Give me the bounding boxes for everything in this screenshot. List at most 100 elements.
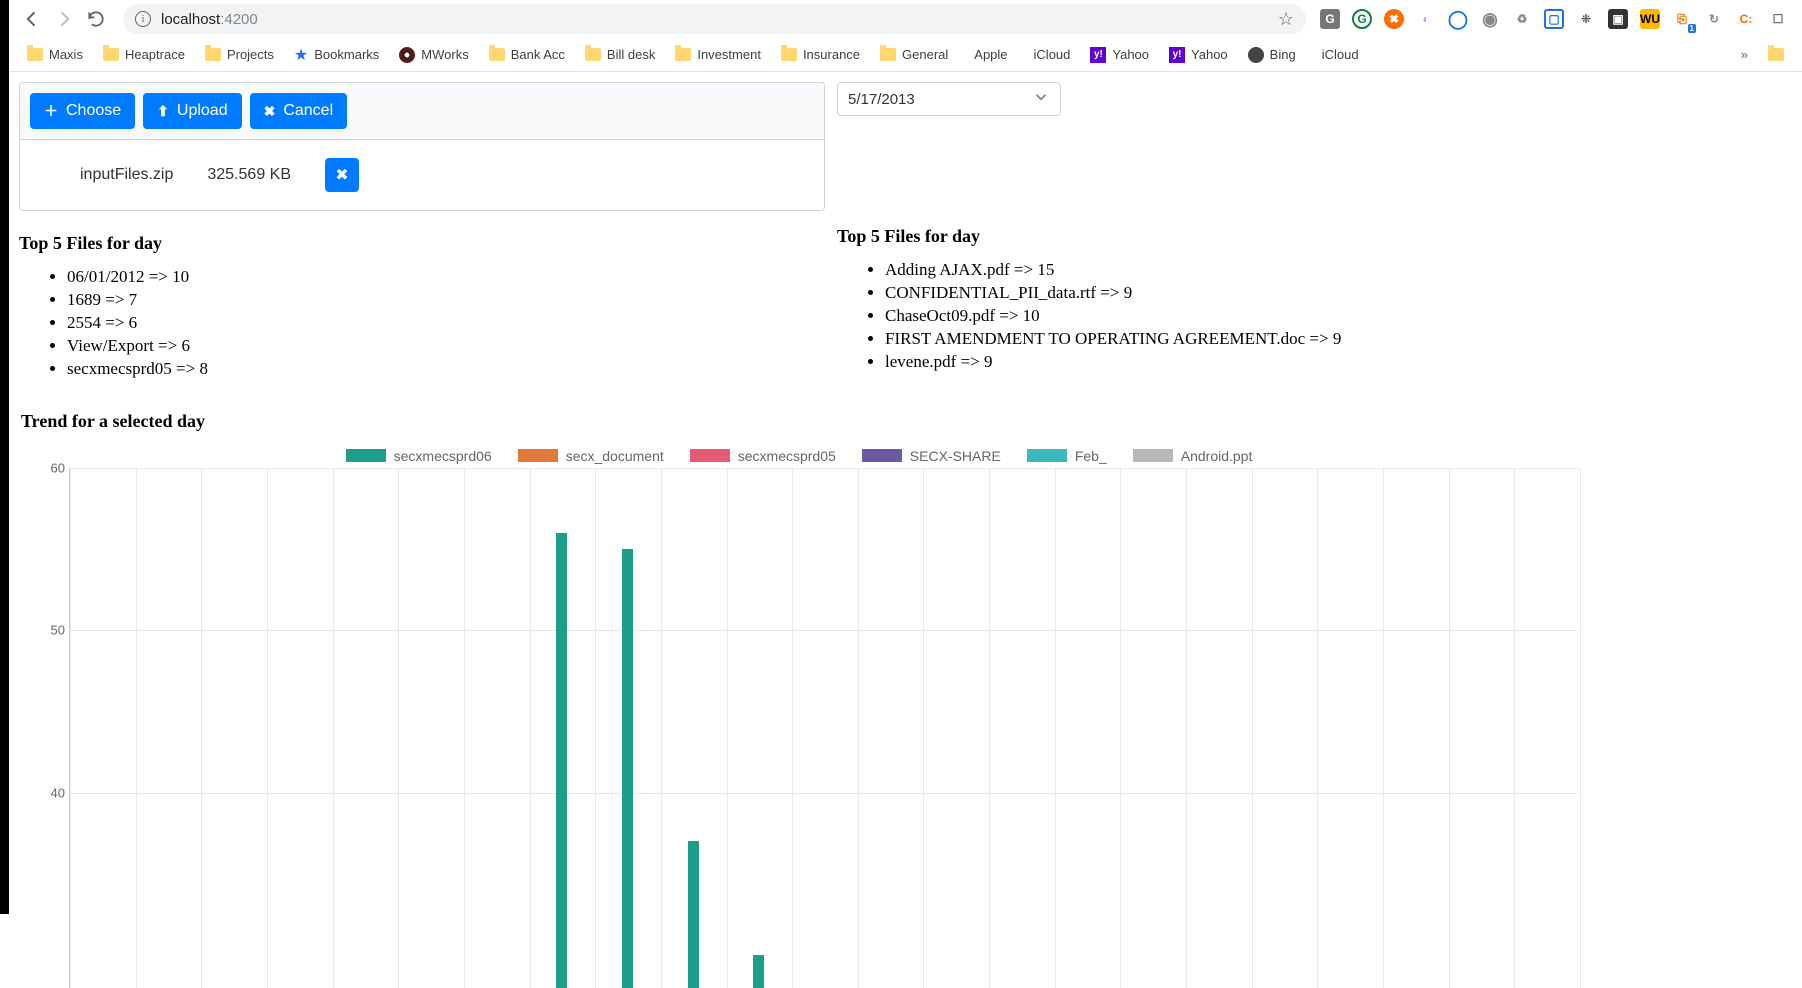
legend-item[interactable]: secxmecsprd06 <box>346 448 492 464</box>
bookmark-label: Bank Acc <box>511 47 565 62</box>
bookmark-icon: ★ <box>294 45 308 65</box>
list-item: FIRST AMENDMENT TO OPERATING AGREEMENT.d… <box>885 328 1792 351</box>
bookmark-item[interactable]: Apple <box>968 47 1007 62</box>
file-name: inputFiles.zip <box>80 166 173 184</box>
legend-label: SECX-SHARE <box>910 448 1001 464</box>
reload-button[interactable] <box>83 6 109 32</box>
ext-icon[interactable]: ▣ <box>1608 9 1628 29</box>
ext-icon[interactable]: ⁜ <box>1576 9 1596 29</box>
bookmark-item[interactable]: Bill desk <box>585 47 655 62</box>
chevron-down-icon <box>1032 88 1050 110</box>
page-content: ＋Choose ⬆Upload ✖Cancel inputFiles.zip 3… <box>9 72 1802 988</box>
ext-icon[interactable]: G <box>1352 9 1372 29</box>
upload-icon: ⬆ <box>157 103 169 120</box>
bookmarks-overflow[interactable]: » <box>1741 47 1748 62</box>
bookmark-item[interactable]: y!Yahoo <box>1090 47 1149 63</box>
ext-icon[interactable]: ⎘1 <box>1672 9 1692 29</box>
bookmark-icon <box>489 48 505 61</box>
legend-item[interactable]: secxmecsprd05 <box>690 448 836 464</box>
legend-item[interactable]: secx_document <box>518 448 664 464</box>
file-size: 325.569 KB <box>207 166 291 184</box>
legend-swatch <box>1027 449 1067 462</box>
bookmark-item[interactable]: ★Bookmarks <box>294 45 379 65</box>
ext-icon[interactable]: ♻ <box>1512 9 1532 29</box>
top5-left-heading: Top 5 Files for day <box>19 233 825 254</box>
list-item: Adding AJAX.pdf => 15 <box>885 259 1792 282</box>
ext-icon[interactable]: ◯ <box>1448 9 1468 29</box>
list-item: levene.pdf => 9 <box>885 351 1792 374</box>
y-axis-tick: 60 <box>51 460 65 475</box>
legend-item[interactable]: SECX-SHARE <box>862 448 1001 464</box>
ext-icon[interactable]: ◉ <box>1480 9 1500 29</box>
bookmark-icon <box>781 48 797 61</box>
ext-icon[interactable]: G <box>1320 9 1340 29</box>
site-info-icon[interactable]: i <box>135 11 151 27</box>
legend-item[interactable]: Android.ppt <box>1133 448 1253 464</box>
remove-file-button[interactable]: ✖ <box>325 158 359 192</box>
ext-icon[interactable]: ☐ <box>1768 9 1788 29</box>
bookmark-item[interactable]: Bing <box>1248 47 1296 63</box>
plus-icon: ＋ <box>44 101 58 121</box>
bookmark-label: Insurance <box>803 47 860 62</box>
bookmark-item[interactable]: MWorks <box>399 47 468 63</box>
chart-legend: secxmecsprd06 secx_document secxmecsprd05 S… <box>19 448 1579 464</box>
bookmark-item[interactable] <box>1768 48 1784 61</box>
cancel-button[interactable]: ✖Cancel <box>250 93 348 129</box>
forward-button[interactable] <box>51 6 77 32</box>
ext-icon[interactable]: ✖ <box>1384 9 1404 29</box>
browser-toolbar: i localhost:4200 ☆ G G ✖ ◐ ◯ ◉ ♻ ▢ ⁜ ▣ W… <box>9 0 1802 38</box>
chart-bar <box>622 549 633 988</box>
chart-bars <box>69 468 1579 988</box>
bookmark-label: Yahoo <box>1191 47 1228 62</box>
bookmark-label: General <box>902 47 948 62</box>
bookmark-icon <box>399 47 415 63</box>
legend-label: Feb_ <box>1075 448 1107 464</box>
y-axis-tick: 40 <box>51 785 65 800</box>
ext-icon[interactable]: ▢ <box>1544 9 1564 29</box>
file-uploader: ＋Choose ⬆Upload ✖Cancel inputFiles.zip 3… <box>19 82 825 211</box>
bookmark-item[interactable]: Heaptrace <box>103 47 185 62</box>
bookmark-item[interactable]: Investment <box>675 47 761 62</box>
upload-button[interactable]: ⬆Upload <box>143 93 241 129</box>
y-axis-tick: 50 <box>51 623 65 638</box>
ext-icon[interactable]: ◐ <box>1416 9 1436 29</box>
bookmark-icon <box>880 48 896 61</box>
bookmark-item[interactable]: y!Yahoo <box>1169 47 1228 63</box>
bookmark-item[interactable]: iCloud <box>1316 47 1359 62</box>
bookmark-item[interactable]: iCloud <box>1028 47 1071 62</box>
address-bar[interactable]: i localhost:4200 ☆ <box>123 4 1306 34</box>
bookmark-item[interactable]: Maxis <box>27 47 83 62</box>
bookmark-label: Yahoo <box>1112 47 1149 62</box>
bookmark-item[interactable]: Bank Acc <box>489 47 565 62</box>
legend-swatch <box>346 449 386 462</box>
extension-icons: G G ✖ ◐ ◯ ◉ ♻ ▢ ⁜ ▣ WU ⎘1 ↻ C: ☐ <box>1320 9 1792 29</box>
bookmarks-bar: Maxis Heaptrace Projects ★Bookmarks MWorks Ba… <box>9 38 1802 72</box>
bookmark-icon <box>27 48 43 61</box>
list-item: 06/01/2012 => 10 <box>67 266 825 289</box>
bookmark-label: Projects <box>227 47 274 62</box>
date-dropdown[interactable]: 5/17/2013 <box>837 82 1061 116</box>
bookmark-icon <box>585 48 601 61</box>
choose-button[interactable]: ＋Choose <box>30 93 135 129</box>
bookmark-item[interactable]: Projects <box>205 47 274 62</box>
bookmark-item[interactable]: General <box>880 47 948 62</box>
star-icon[interactable]: ☆ <box>1278 9 1294 30</box>
top5-left-list: 06/01/2012 => 101689 => 72554 => 6View/E… <box>19 266 825 381</box>
bookmark-label: Bill desk <box>607 47 655 62</box>
legend-item[interactable]: Feb_ <box>1027 448 1107 464</box>
trend-heading: Trend for a selected day <box>21 411 1792 432</box>
legend-swatch <box>690 449 730 462</box>
ext-icon[interactable]: ↻ <box>1704 9 1724 29</box>
bookmark-icon <box>103 48 119 61</box>
list-item: secxmecsprd05 => 8 <box>67 358 825 381</box>
chart-bar <box>556 533 567 988</box>
ext-icon[interactable]: C: <box>1736 9 1756 29</box>
ext-icon[interactable]: WU <box>1640 9 1660 29</box>
bookmark-icon <box>205 48 221 61</box>
chart-bar <box>688 841 699 987</box>
date-value: 5/17/2013 <box>848 91 915 108</box>
back-button[interactable] <box>19 6 45 32</box>
chart-y-axis: 605040 <box>31 468 65 988</box>
bookmark-item[interactable]: Insurance <box>781 47 860 62</box>
bookmark-icon <box>675 48 691 61</box>
